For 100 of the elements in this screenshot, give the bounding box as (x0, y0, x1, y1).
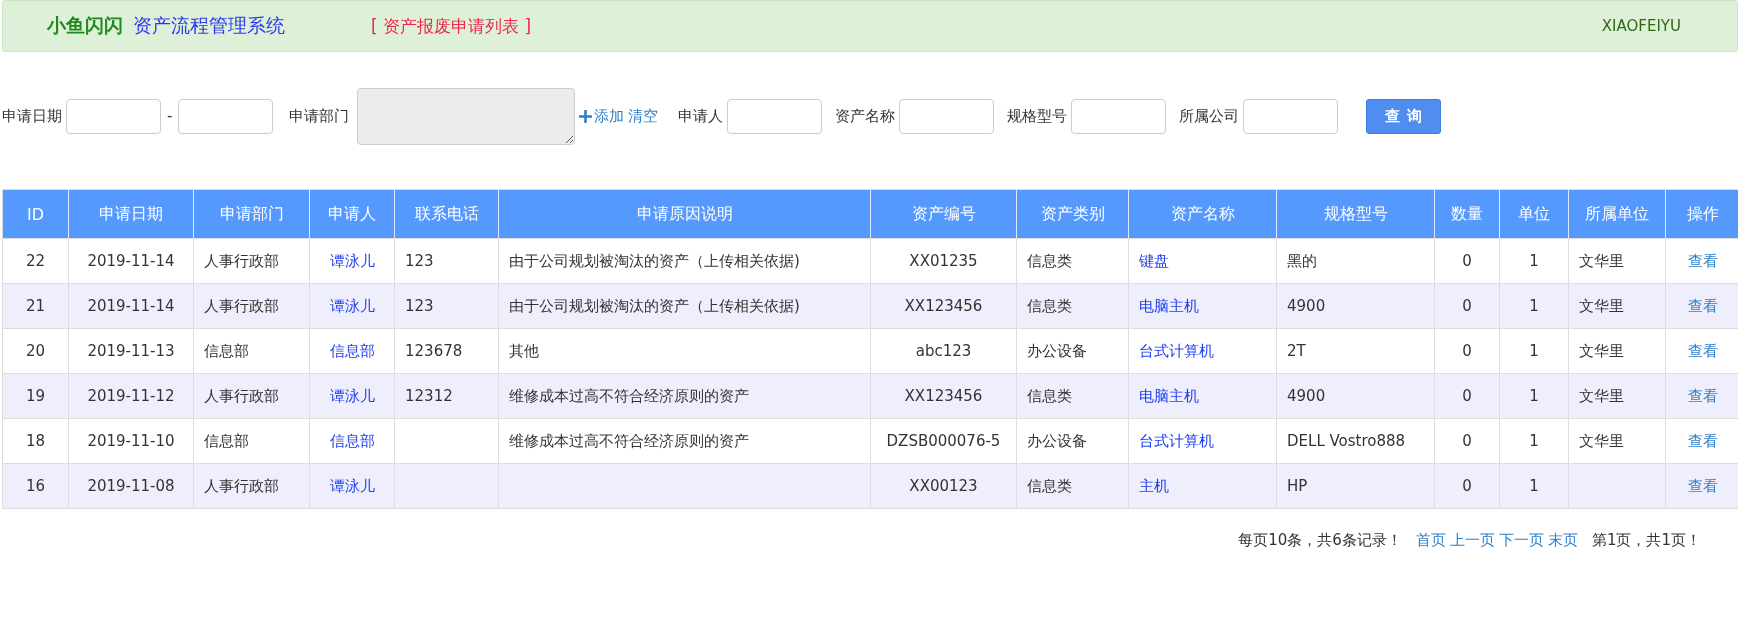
page-link[interactable]: 末页 (1547, 531, 1578, 549)
applicant-link[interactable]: 信息部 (309, 328, 395, 374)
table-cell: DELL Vostro888 (1276, 418, 1435, 464)
table-cell: 1 (1499, 283, 1569, 329)
field-label: 所属公司 (1179, 106, 1240, 126)
view-link[interactable]: 查看 (1665, 463, 1738, 509)
page-link[interactable]: 首页 (1415, 531, 1446, 549)
table-cell: 4900 (1276, 283, 1435, 329)
applicant-link[interactable]: 信息部 (309, 418, 395, 464)
asset-name-link[interactable]: 台式计算机 (1128, 418, 1277, 464)
table-cell: 0 (1434, 238, 1500, 284)
table-cell: XX01235 (870, 238, 1017, 284)
search-button[interactable]: 查 询 (1366, 98, 1442, 134)
asset-name-link[interactable]: 台式计算机 (1128, 328, 1277, 374)
table-cell: 人事行政部 (193, 463, 310, 509)
action-link[interactable]: 添加 (594, 106, 625, 126)
table-cell: 2019-11-08 (68, 463, 194, 509)
applicant-link[interactable]: 谭泳儿 (309, 373, 395, 419)
table-cell: 人事行政部 (193, 238, 310, 284)
asset-name-link[interactable]: 电脑主机 (1128, 283, 1277, 329)
table-cell: 1 (1499, 418, 1569, 464)
table-cell: 维修成本过高不符合经济原则的资产 (498, 373, 871, 419)
input-field[interactable] (899, 98, 995, 134)
table-cell: 1 (1499, 373, 1569, 419)
table-cell: 1 (1499, 328, 1569, 374)
column-header: 数量 (1434, 189, 1500, 239)
table-cell: 2019-11-14 (68, 283, 194, 329)
table-cell: 21 (2, 283, 69, 329)
column-header: 规格型号 (1276, 189, 1435, 239)
range-separator: - (167, 107, 173, 125)
view-link[interactable]: 查看 (1665, 373, 1738, 419)
system-title: 资产流程管理系统 (133, 13, 285, 38)
column-header: 联系电话 (394, 189, 499, 239)
table-cell: 0 (1434, 418, 1500, 464)
asset-name-link[interactable]: 键盘 (1128, 238, 1277, 284)
table-cell: 文华里 (1568, 418, 1666, 464)
column-header: 单位 (1499, 189, 1569, 239)
table-cell: 由于公司规划被淘汰的资产（上传相关依据) (498, 283, 871, 329)
column-header: 申请人 (309, 189, 395, 239)
input-field[interactable] (1071, 98, 1167, 134)
column-header: 所属单位 (1568, 189, 1666, 239)
table-cell: 123 (394, 238, 499, 284)
column-header: 资产类别 (1016, 189, 1129, 239)
table-cell: 22 (2, 238, 69, 284)
table-cell: HP (1276, 463, 1435, 509)
page-status: 第1页，共1页！ (1591, 531, 1701, 550)
table-cell: 文华里 (1568, 283, 1666, 329)
page-link[interactable]: 上一页 (1449, 531, 1495, 549)
table-cell: 信息类 (1016, 373, 1129, 419)
table-cell: 1 (1499, 463, 1569, 509)
input-field[interactable] (1243, 98, 1339, 134)
asset-name-link[interactable]: 电脑主机 (1128, 373, 1277, 419)
table-cell: 文华里 (1568, 328, 1666, 374)
table-cell: 0 (1434, 328, 1500, 374)
column-header: 操作 (1665, 189, 1738, 239)
action-link[interactable]: 清空 (628, 106, 659, 126)
applicant-link[interactable]: 谭泳儿 (309, 283, 395, 329)
table-cell: 2019-11-10 (68, 418, 194, 464)
applicant-link[interactable]: 谭泳儿 (309, 463, 395, 509)
end-date-field[interactable] (178, 98, 274, 134)
table-cell: XX123456 (870, 373, 1017, 419)
table-cell: 人事行政部 (193, 373, 310, 419)
table-cell: 12312 (394, 373, 499, 419)
table-cell: 0 (1434, 373, 1500, 419)
table-cell: XX00123 (870, 463, 1017, 509)
page-link[interactable]: 下一页 (1498, 531, 1544, 549)
field-label: 申请部门 (289, 106, 350, 126)
table-cell: 信息部 (193, 328, 310, 374)
table-cell: 2019-11-13 (68, 328, 194, 374)
table-cell: 信息部 (193, 418, 310, 464)
table-cell: 2019-11-12 (68, 373, 194, 419)
record-summary: 每页10条，共6条记录！ (1238, 531, 1402, 550)
field-label: 申请人 (678, 106, 724, 126)
page-title: [ 资产报废申请列表 ] (371, 14, 532, 38)
table-cell: 文华里 (1568, 238, 1666, 284)
view-link[interactable]: 查看 (1665, 238, 1738, 284)
input-field[interactable] (727, 98, 823, 134)
column-header: 申请日期 (68, 189, 194, 239)
column-header: 资产编号 (870, 189, 1017, 239)
start-date-field[interactable] (66, 98, 161, 134)
table-cell: 4900 (1276, 373, 1435, 419)
column-header: 申请原因说明 (498, 189, 871, 239)
field-label: 资产名称 (835, 106, 896, 126)
table-cell: 19 (2, 373, 69, 419)
table-cell: abc123 (870, 328, 1017, 374)
user-name: XIAOFEIYU (1601, 17, 1681, 35)
table-cell: 1 (1499, 238, 1569, 284)
table-cell: 信息类 (1016, 283, 1129, 329)
brand-name: 小鱼闪闪 (47, 13, 123, 38)
table-cell: 16 (2, 463, 69, 509)
asset-name-link[interactable]: 主机 (1128, 463, 1277, 509)
column-header: ID (2, 189, 69, 239)
table-cell: 123 (394, 283, 499, 329)
table-cell: 信息类 (1016, 238, 1129, 284)
applicant-link[interactable]: 谭泳儿 (309, 238, 395, 284)
table-cell: 文华里 (1568, 373, 1666, 419)
plus-icon (579, 109, 593, 123)
table-cell: 维修成本过高不符合经济原则的资产 (498, 418, 871, 464)
view-link[interactable]: 查看 (1665, 283, 1738, 329)
column-header: 资产名称 (1128, 189, 1277, 239)
